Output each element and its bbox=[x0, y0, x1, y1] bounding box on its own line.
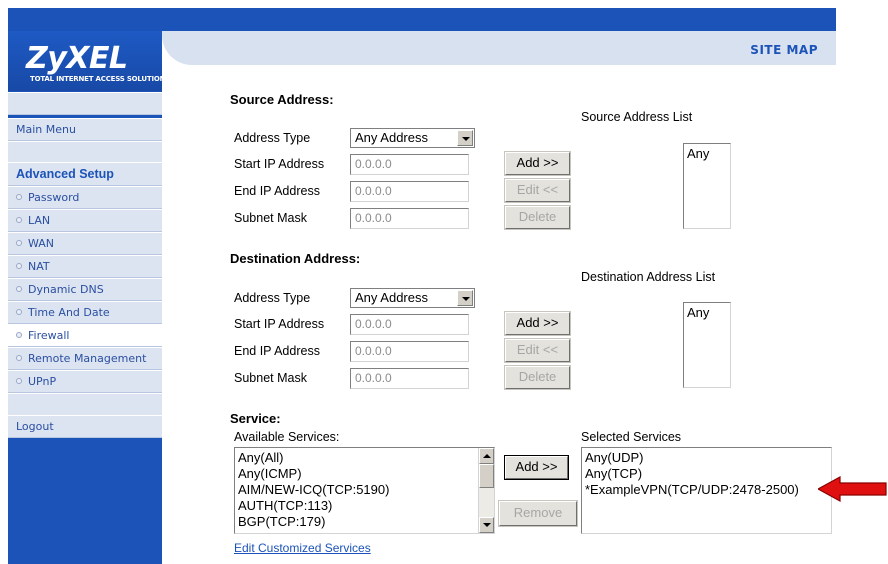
sidebar-item-main-menu[interactable]: Main Menu bbox=[8, 118, 162, 141]
logo-title: ZyXEL bbox=[26, 41, 128, 76]
destination-address-type-label: Address Type bbox=[234, 291, 311, 305]
list-item[interactable]: Any(UDP) bbox=[585, 450, 828, 466]
destination-address-title: Destination Address: bbox=[230, 251, 361, 266]
list-item[interactable]: Any(All) bbox=[238, 450, 474, 466]
source-end-ip-label: End IP Address bbox=[234, 184, 320, 198]
selected-services-listbox[interactable]: Any(UDP) Any(TCP) *ExampleVPN(TCP/UDP:24… bbox=[581, 447, 832, 534]
bullet-icon bbox=[16, 217, 22, 223]
service-add-button[interactable]: Add >> bbox=[504, 455, 569, 480]
sidebar-item-label: Dynamic DNS bbox=[28, 283, 104, 296]
source-subnet-mask-input[interactable]: 0.0.0.0 bbox=[350, 208, 469, 229]
sidebar-item-remote-management[interactable]: Remote Management bbox=[8, 347, 162, 370]
source-subnet-mask-label: Subnet Mask bbox=[234, 211, 307, 225]
destination-address-type-select[interactable]: Any Address bbox=[350, 288, 475, 308]
source-end-ip-input[interactable]: 0.0.0.0 bbox=[350, 181, 469, 202]
sidebar-item-label: Time And Date bbox=[28, 306, 110, 319]
bullet-icon bbox=[16, 286, 22, 292]
list-item[interactable]: Any bbox=[687, 305, 727, 321]
destination-end-ip-label: End IP Address bbox=[234, 344, 320, 358]
source-address-list-label: Source Address List bbox=[581, 110, 693, 124]
edit-customized-services-link[interactable]: Edit Customized Services bbox=[234, 541, 371, 555]
list-item[interactable]: Any bbox=[687, 146, 727, 162]
chevron-down-icon[interactable] bbox=[457, 130, 473, 146]
source-address-type-select[interactable]: Any Address bbox=[350, 128, 475, 148]
sidebar-item-label: WAN bbox=[28, 237, 55, 250]
available-services-scrollbar[interactable] bbox=[478, 448, 494, 533]
source-start-ip-input[interactable]: 0.0.0.0 bbox=[350, 154, 469, 175]
source-address-type-value: Any Address bbox=[355, 130, 428, 145]
source-delete-button[interactable]: Delete bbox=[504, 205, 571, 230]
sidebar-item-lan[interactable]: LAN bbox=[8, 209, 162, 232]
sidebar-header-advanced-setup[interactable]: Advanced Setup bbox=[8, 162, 162, 186]
list-item[interactable]: *ExampleVPN(TCP/UDP:2478-2500) bbox=[585, 482, 828, 498]
sidebar-item-nat[interactable]: NAT bbox=[8, 255, 162, 278]
logo-subtitle: TOTAL INTERNET ACCESS SOLUTION bbox=[30, 75, 166, 83]
sidebar-spacer bbox=[8, 141, 162, 164]
destination-start-ip-label: Start IP Address bbox=[234, 317, 325, 331]
sidebar-item-upnp[interactable]: UPnP bbox=[8, 370, 162, 393]
source-address-title: Source Address: bbox=[230, 92, 334, 107]
service-remove-button[interactable]: Remove bbox=[498, 500, 578, 527]
sidebar-item-label: UPnP bbox=[28, 375, 57, 388]
sidebar-spacer bbox=[8, 92, 162, 115]
sidebar-item-label: Password bbox=[28, 191, 80, 204]
destination-address-list-label: Destination Address List bbox=[581, 270, 716, 284]
destination-subnet-mask-input[interactable]: 0.0.0.0 bbox=[350, 368, 469, 389]
service-title: Service: bbox=[230, 411, 281, 426]
list-item[interactable]: Any(TCP) bbox=[585, 466, 828, 482]
scroll-thumb[interactable] bbox=[479, 464, 494, 488]
bullet-icon bbox=[16, 378, 22, 384]
sidebar-item-label: Remote Management bbox=[28, 352, 147, 365]
sidebar-item-wan[interactable]: WAN bbox=[8, 232, 162, 255]
callout-arrow-icon bbox=[818, 476, 887, 502]
scroll-down-icon[interactable] bbox=[479, 517, 494, 533]
source-edit-button[interactable]: Edit << bbox=[504, 178, 571, 203]
destination-address-listbox[interactable]: Any bbox=[683, 302, 731, 388]
destination-delete-button[interactable]: Delete bbox=[504, 365, 571, 390]
chevron-down-icon[interactable] bbox=[457, 290, 473, 306]
destination-add-button[interactable]: Add >> bbox=[504, 311, 571, 336]
sidebar-item-password[interactable]: Password bbox=[8, 186, 162, 209]
sidebar-item-label: LAN bbox=[28, 214, 51, 227]
sidebar-item-firewall[interactable]: Firewall bbox=[8, 324, 162, 347]
available-services-label: Available Services: bbox=[234, 430, 340, 444]
bullet-icon bbox=[16, 194, 22, 200]
list-item[interactable]: AIM/NEW-ICQ(TCP:5190) bbox=[238, 482, 474, 498]
bullet-icon bbox=[16, 263, 22, 269]
destination-edit-button[interactable]: Edit << bbox=[504, 338, 571, 363]
sidebar: ZyXEL TOTAL INTERNET ACCESS SOLUTION Mai… bbox=[8, 31, 166, 564]
bullet-icon bbox=[16, 332, 22, 338]
site-map-link[interactable]: SITE MAP bbox=[750, 43, 818, 57]
source-address-listbox[interactable]: Any bbox=[683, 143, 731, 229]
available-services-listbox[interactable]: Any(All) Any(ICMP) AIM/NEW-ICQ(TCP:5190)… bbox=[234, 447, 495, 534]
scroll-up-icon[interactable] bbox=[479, 448, 494, 464]
list-item[interactable]: Any(ICMP) bbox=[238, 466, 474, 482]
destination-address-type-value: Any Address bbox=[355, 290, 428, 305]
sidebar-item-dynamic-dns[interactable]: Dynamic DNS bbox=[8, 278, 162, 301]
destination-subnet-mask-label: Subnet Mask bbox=[234, 371, 307, 385]
source-address-type-label: Address Type bbox=[234, 131, 311, 145]
sidebar-spacer bbox=[8, 393, 162, 416]
top-banner bbox=[8, 8, 836, 31]
selected-services-label: Selected Services bbox=[581, 430, 682, 444]
list-item[interactable]: BGP(TCP:179) bbox=[238, 514, 474, 530]
destination-start-ip-input[interactable]: 0.0.0.0 bbox=[350, 314, 469, 335]
site-map-bar: SITE MAP bbox=[162, 31, 836, 65]
source-start-ip-label: Start IP Address bbox=[234, 157, 325, 171]
zyxel-logo: ZyXEL TOTAL INTERNET ACCESS SOLUTION bbox=[8, 31, 166, 91]
sidebar-item-logout[interactable]: Logout bbox=[8, 415, 162, 438]
sidebar-item-time-and-date[interactable]: Time And Date bbox=[8, 301, 162, 324]
sidebar-item-label: Firewall bbox=[28, 329, 70, 342]
destination-end-ip-input[interactable]: 0.0.0.0 bbox=[350, 341, 469, 362]
sidebar-item-label: NAT bbox=[28, 260, 50, 273]
source-add-button[interactable]: Add >> bbox=[504, 151, 571, 176]
bullet-icon bbox=[16, 355, 22, 361]
bullet-icon bbox=[16, 309, 22, 315]
bullet-icon bbox=[16, 240, 22, 246]
list-item[interactable]: AUTH(TCP:113) bbox=[238, 498, 474, 514]
